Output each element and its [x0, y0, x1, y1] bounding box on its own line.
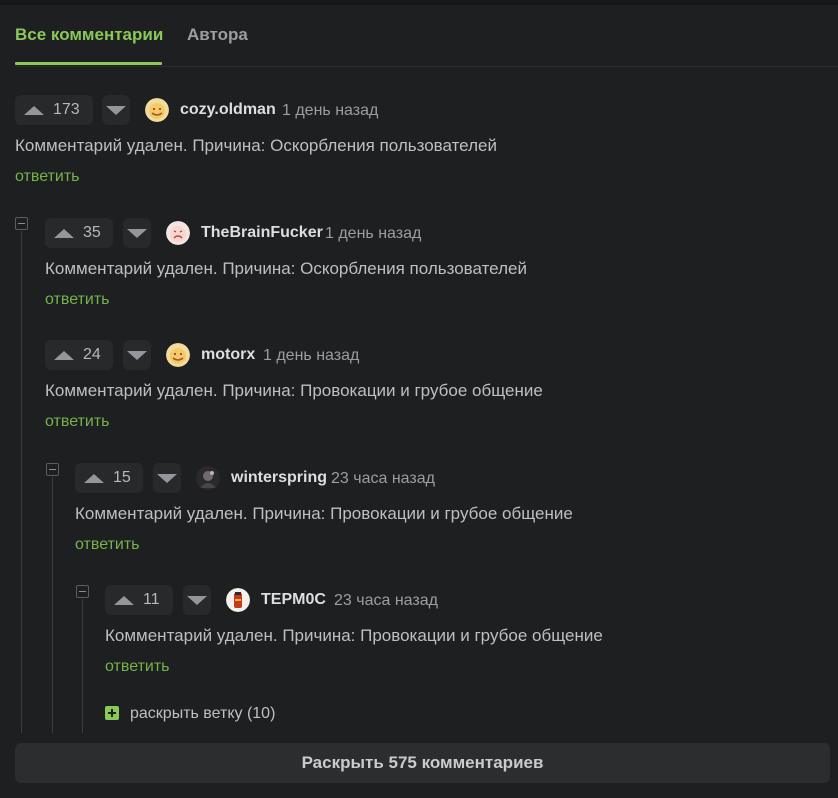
author-name[interactable]: TheBrainFucker	[201, 224, 323, 242]
thread-line	[21, 231, 22, 733]
comment-header: 35 TheBrainFucker 1 день назад	[45, 218, 645, 248]
avatar[interactable]	[145, 98, 169, 122]
downvote-button[interactable]	[123, 218, 151, 248]
score: 15	[113, 469, 131, 486]
author-name[interactable]: cozy.oldman	[180, 101, 276, 119]
vote-box: 15	[75, 463, 143, 493]
tab-author[interactable]: Автора	[187, 25, 248, 45]
comment-header: 15 winterspring 23 часа назад	[75, 463, 675, 493]
upvote-icon[interactable]	[24, 106, 44, 115]
avatar[interactable]	[166, 221, 190, 245]
avatar[interactable]	[226, 588, 250, 612]
author-name[interactable]: TEPM0C	[261, 591, 326, 609]
vote-box: 173	[15, 95, 93, 125]
thread-line	[82, 599, 83, 733]
downvote-icon	[187, 596, 207, 605]
upvote-icon[interactable]	[54, 351, 74, 360]
vote-box: 11	[105, 585, 173, 615]
downvote-button[interactable]	[102, 95, 130, 125]
vote-box: 35	[45, 218, 113, 248]
downvote-button[interactable]	[123, 340, 151, 370]
comment-header: 173 cozy.oldman 1 день назад	[15, 95, 615, 125]
collapse-toggle[interactable]	[76, 585, 89, 598]
author-name[interactable]: motorx	[201, 346, 255, 364]
timestamp: 23 часа назад	[331, 470, 435, 487]
reply-link[interactable]: ответить	[15, 168, 80, 186]
timestamp: 1 день назад	[263, 347, 360, 364]
reply-link[interactable]: ответить	[45, 291, 110, 309]
avatar[interactable]	[196, 466, 220, 490]
upvote-icon[interactable]	[54, 229, 74, 238]
comment-header: 24 motorx 1 день назад	[45, 340, 645, 370]
timestamp: 1 день назад	[282, 102, 379, 119]
downvote-icon	[157, 474, 177, 483]
author-name[interactable]: winterspring	[231, 469, 327, 487]
downvote-icon	[127, 229, 147, 238]
downvote-button[interactable]	[183, 585, 211, 615]
comment-header: 11 TEPM0C 23 часа назад	[105, 585, 705, 615]
reply-link[interactable]: ответить	[45, 413, 110, 431]
timestamp: 1 день назад	[325, 225, 422, 242]
collapse-toggle[interactable]	[15, 217, 28, 230]
timestamp: 23 часа назад	[334, 592, 438, 609]
score: 24	[83, 346, 101, 363]
upvote-icon[interactable]	[114, 596, 134, 605]
show-all-comments-button[interactable]: Раскрыть 575 комментариев	[15, 743, 830, 783]
reply-link[interactable]: ответить	[105, 658, 170, 676]
reply-link[interactable]: ответить	[75, 536, 140, 554]
thread-line	[52, 477, 53, 733]
downvote-icon	[127, 351, 147, 360]
score: 11	[143, 591, 160, 608]
comment-tabs: Все комментарии Автора	[15, 0, 838, 67]
comment-text: Комментарий удален. Причина: Провокации …	[75, 504, 573, 523]
score: 173	[53, 101, 80, 118]
vote-box: 24	[45, 340, 113, 370]
comment-text: Комментарий удален. Причина: Провокации …	[105, 626, 603, 645]
comment-text: Комментарий удален. Причина: Оскорбления…	[15, 136, 497, 155]
downvote-icon	[106, 106, 126, 115]
score: 35	[83, 224, 101, 241]
tab-all-comments[interactable]: Все комментарии	[15, 25, 163, 45]
avatar[interactable]	[166, 343, 190, 367]
downvote-button[interactable]	[153, 463, 181, 493]
active-tab-indicator	[15, 62, 162, 65]
comment-text: Комментарий удален. Причина: Оскорбления…	[45, 259, 527, 278]
expand-branch-label: раскрыть ветку (10)	[130, 705, 276, 722]
collapse-toggle[interactable]	[46, 463, 59, 476]
upvote-icon[interactable]	[84, 474, 104, 483]
comment-text: Комментарий удален. Причина: Провокации …	[45, 381, 543, 400]
plus-icon	[105, 706, 119, 720]
